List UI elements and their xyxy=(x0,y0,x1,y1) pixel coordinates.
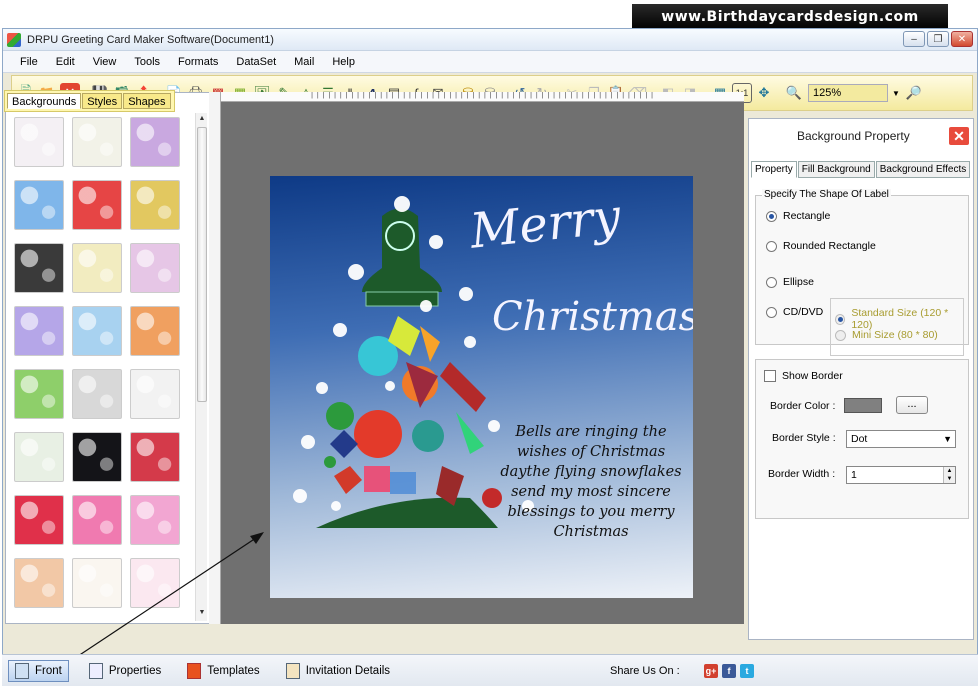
background-thumbnail[interactable] xyxy=(130,243,180,293)
background-thumbnails xyxy=(14,117,186,608)
scroll-up-icon[interactable]: ▲ xyxy=(196,115,208,127)
invitation-details-button[interactable]: Invitation Details xyxy=(280,661,396,681)
tab-background-effects[interactable]: Background Effects xyxy=(875,161,971,178)
backgrounds-panel: ▲ ▼ xyxy=(5,92,210,624)
google-plus-icon[interactable]: g+ xyxy=(704,664,718,678)
properties-button[interactable]: Properties xyxy=(83,661,167,681)
tab-backgrounds[interactable]: Backgrounds xyxy=(7,93,82,109)
background-thumbnail[interactable] xyxy=(72,180,122,230)
left-panel-tabs: Backgrounds Styles Shapes xyxy=(4,90,175,112)
background-thumbnail[interactable] xyxy=(72,432,122,482)
zoom-in-icon[interactable]: 🔍 xyxy=(784,83,804,103)
border-color-swatch[interactable] xyxy=(844,398,882,413)
border-style-label: Border Style : xyxy=(772,432,836,444)
menu-tools[interactable]: Tools xyxy=(125,56,169,68)
radio-rectangle[interactable]: Rectangle xyxy=(766,210,830,222)
zoom-select[interactable]: 125% xyxy=(808,84,888,102)
greeting-card[interactable]: Merry Christmas Bells are ringing the wi… xyxy=(270,176,693,598)
title-bar: DRPU Greeting Card Maker Software(Docume… xyxy=(3,29,977,51)
tab-fill-background[interactable]: Fill Background xyxy=(797,161,875,178)
restore-button[interactable]: ❐ xyxy=(927,31,949,47)
horizontal-ruler: | | | | | | | | | | | | | | | | | | | | … xyxy=(221,92,744,102)
vertical-ruler xyxy=(209,92,221,624)
background-thumbnail[interactable] xyxy=(14,369,64,419)
facebook-icon[interactable]: f xyxy=(722,664,736,678)
templates-button[interactable]: Templates xyxy=(181,661,265,681)
shape-legend: Specify The Shape Of Label xyxy=(762,189,891,200)
background-thumbnail[interactable] xyxy=(14,558,64,608)
background-thumbnail[interactable] xyxy=(130,306,180,356)
background-thumbnail[interactable] xyxy=(72,243,122,293)
menu-file[interactable]: File xyxy=(11,56,47,68)
banner-text: www.Birthdaycardsdesign.com xyxy=(661,9,919,25)
radio-rounded-rectangle[interactable]: Rounded Rectangle xyxy=(766,240,876,252)
menu-formats[interactable]: Formats xyxy=(169,56,227,68)
background-thumbnail[interactable] xyxy=(14,117,64,167)
border-color-label: Border Color : xyxy=(770,400,836,412)
menu-edit[interactable]: Edit xyxy=(47,56,84,68)
shape-group: Specify The Shape Of Label Rectangle Rou… xyxy=(755,189,969,356)
radio-mini-size[interactable]: Mini Size (80 * 80) xyxy=(835,329,938,341)
zoom-out-icon[interactable]: 🔎 xyxy=(904,83,924,103)
window-title: DRPU Greeting Card Maker Software(Docume… xyxy=(27,33,274,46)
color-picker-button[interactable]: ... xyxy=(896,396,928,414)
share-label: Share Us On : xyxy=(610,665,680,677)
background-thumbnail[interactable] xyxy=(72,117,122,167)
cd-size-group: Standard Size (120 * 120) Mini Size (80 … xyxy=(830,298,964,356)
zoom-value: 125% xyxy=(813,87,842,99)
border-style-select[interactable]: Dot ▼ xyxy=(846,430,956,448)
background-thumbnail[interactable] xyxy=(72,558,122,608)
menu-view[interactable]: View xyxy=(84,56,126,68)
scroll-down-icon[interactable]: ▼ xyxy=(196,609,208,621)
background-thumbnail[interactable] xyxy=(130,117,180,167)
show-border-checkbox[interactable]: Show Border xyxy=(764,370,843,382)
background-thumbnail[interactable] xyxy=(14,432,64,482)
card-title-christmas[interactable]: Christmas xyxy=(492,294,693,340)
background-thumbnail[interactable] xyxy=(72,369,122,419)
background-thumbnail[interactable] xyxy=(130,432,180,482)
fit-window-icon[interactable]: ✥ xyxy=(754,83,774,103)
background-thumbnail[interactable] xyxy=(72,495,122,545)
front-button[interactable]: Front xyxy=(8,659,69,682)
tab-shapes[interactable]: Shapes xyxy=(123,93,171,109)
tab-styles[interactable]: Styles xyxy=(82,93,123,109)
scroll-thumb[interactable] xyxy=(197,127,207,402)
radio-cd-dvd[interactable]: CD/DVD xyxy=(766,306,823,318)
app-icon xyxy=(7,32,21,47)
border-group: Show Border Border Color : ... Border St… xyxy=(755,359,969,519)
background-thumbnail[interactable] xyxy=(130,495,180,545)
menu-help[interactable]: Help xyxy=(323,56,364,68)
background-property-panel: Background Property ✕ Property Fill Back… xyxy=(748,118,974,640)
background-thumbnail[interactable] xyxy=(14,306,64,356)
background-thumbnail[interactable] xyxy=(130,369,180,419)
panel-title: Background Property xyxy=(797,129,910,143)
tab-property[interactable]: Property xyxy=(751,161,797,178)
chevron-down-icon: ▼ xyxy=(943,434,952,444)
background-thumbnail[interactable] xyxy=(14,180,64,230)
close-panel-icon[interactable]: ✕ xyxy=(949,127,969,145)
menu-dataset[interactable]: DataSet xyxy=(227,56,285,68)
property-tabs: Property Fill Background Background Effe… xyxy=(751,161,971,178)
background-thumbnail[interactable] xyxy=(72,306,122,356)
border-width-stepper[interactable]: 1 ▲ ▼ xyxy=(846,466,956,484)
radio-standard-size[interactable]: Standard Size (120 * 120) xyxy=(835,307,963,331)
border-width-label: Border Width : xyxy=(768,468,836,480)
background-thumbnail[interactable] xyxy=(14,495,64,545)
menu-mail[interactable]: Mail xyxy=(285,56,323,68)
status-bar: Front Properties Templates Invitation De… xyxy=(2,654,978,686)
close-window-button[interactable]: ✕ xyxy=(951,31,973,47)
card-message[interactable]: Bells are ringing the wishes of Christma… xyxy=(492,422,690,542)
background-thumbnail[interactable] xyxy=(14,243,64,293)
chevron-down-icon[interactable]: ▼ xyxy=(892,89,902,98)
twitter-icon[interactable]: t xyxy=(740,664,754,678)
minimize-button[interactable]: – xyxy=(903,31,925,47)
website-banner: www.Birthdaycardsdesign.com xyxy=(632,4,948,30)
vertical-scrollbar[interactable]: ▲ ▼ xyxy=(195,113,207,621)
background-thumbnail[interactable] xyxy=(130,180,180,230)
background-thumbnail[interactable] xyxy=(130,558,180,608)
radio-ellipse[interactable]: Ellipse xyxy=(766,276,814,288)
menu-bar: File Edit View Tools Formats DataSet Mai… xyxy=(3,51,977,73)
